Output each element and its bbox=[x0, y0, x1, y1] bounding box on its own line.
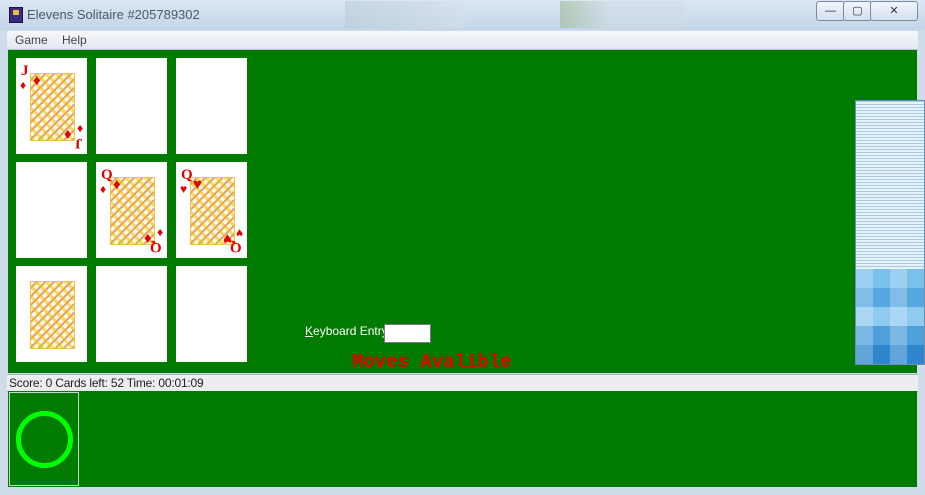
move-indicator bbox=[9, 392, 79, 486]
playing-card[interactable] bbox=[16, 266, 87, 362]
status-bar: Score: 0 Cards left: 52 Time: 00:01:09 bbox=[7, 374, 918, 392]
game-table: J J ♦ ♦ ♦ ♦ Q Q ♦ ♦ ♦ ♦ Q Q ♥ ♥ ♥ ♥ Keyboard Entry: Moves… bbox=[8, 50, 925, 373]
card-rank: Q bbox=[101, 167, 113, 183]
empty-card-slot[interactable] bbox=[96, 266, 167, 362]
maximize-button[interactable]: ▢ bbox=[843, 1, 872, 21]
background-window-thumbnail bbox=[345, 1, 465, 28]
diamond-suit-icon: ♦ bbox=[100, 182, 107, 196]
diamond-suit-icon: ♦ bbox=[113, 176, 121, 193]
empty-card-slot[interactable] bbox=[16, 162, 87, 258]
green-ring-icon bbox=[16, 411, 73, 468]
heart-suit-icon: ♥ bbox=[180, 182, 188, 196]
diamond-suit-icon: ♦ bbox=[76, 122, 83, 136]
empty-card-slot[interactable] bbox=[96, 58, 167, 154]
moves-available-message: Moves Avalible bbox=[352, 351, 512, 373]
deck-card-back[interactable] bbox=[856, 269, 924, 364]
minimize-button[interactable]: — bbox=[816, 1, 845, 21]
playing-card[interactable]: J J ♦ ♦ ♦ ♦ bbox=[16, 58, 87, 154]
diamond-suit-icon: ♦ bbox=[64, 126, 72, 143]
diamond-suit-icon: ♦ bbox=[156, 226, 163, 240]
card-rank-inverted: Q bbox=[230, 239, 242, 255]
card-rank: Q bbox=[181, 167, 193, 183]
close-button[interactable]: ✕ bbox=[870, 1, 918, 21]
bottom-panel bbox=[8, 391, 917, 487]
heart-suit-icon: ♥ bbox=[235, 226, 243, 240]
face-card-artwork bbox=[30, 281, 75, 349]
app-icon bbox=[9, 7, 23, 23]
empty-card-slot[interactable] bbox=[176, 58, 247, 154]
menu-game[interactable]: Game bbox=[15, 33, 48, 47]
keyboard-entry-label-text: eyboard Entry: bbox=[313, 324, 392, 338]
diamond-suit-icon: ♦ bbox=[20, 78, 27, 92]
playing-card[interactable]: Q Q ♦ ♦ ♦ ♦ bbox=[96, 162, 167, 258]
background-window-thumbnail bbox=[560, 1, 685, 28]
diamond-suit-icon: ♦ bbox=[144, 230, 152, 247]
playing-card[interactable]: Q Q ♥ ♥ ♥ ♥ bbox=[176, 162, 247, 258]
menu-help[interactable]: Help bbox=[62, 33, 87, 47]
card-rank-inverted: J bbox=[74, 135, 83, 151]
card-rank-inverted: Q bbox=[150, 239, 162, 255]
heart-suit-icon: ♥ bbox=[223, 230, 232, 247]
draw-deck[interactable] bbox=[855, 100, 925, 365]
empty-card-slot[interactable] bbox=[176, 266, 247, 362]
card-rank: J bbox=[21, 63, 29, 79]
keyboard-entry-label: Keyboard Entry: bbox=[305, 324, 392, 338]
keyboard-entry-input[interactable] bbox=[384, 324, 431, 343]
menu-bar: Game Help bbox=[7, 31, 918, 50]
window-title: Elevens Solitaire #205789302 bbox=[27, 7, 200, 22]
status-text: Score: 0 Cards left: 52 Time: 00:01:09 bbox=[9, 376, 204, 390]
title-bar: Elevens Solitaire #205789302 — ▢ ✕ bbox=[0, 0, 925, 30]
heart-suit-icon: ♥ bbox=[193, 176, 202, 193]
diamond-suit-icon: ♦ bbox=[33, 72, 41, 89]
